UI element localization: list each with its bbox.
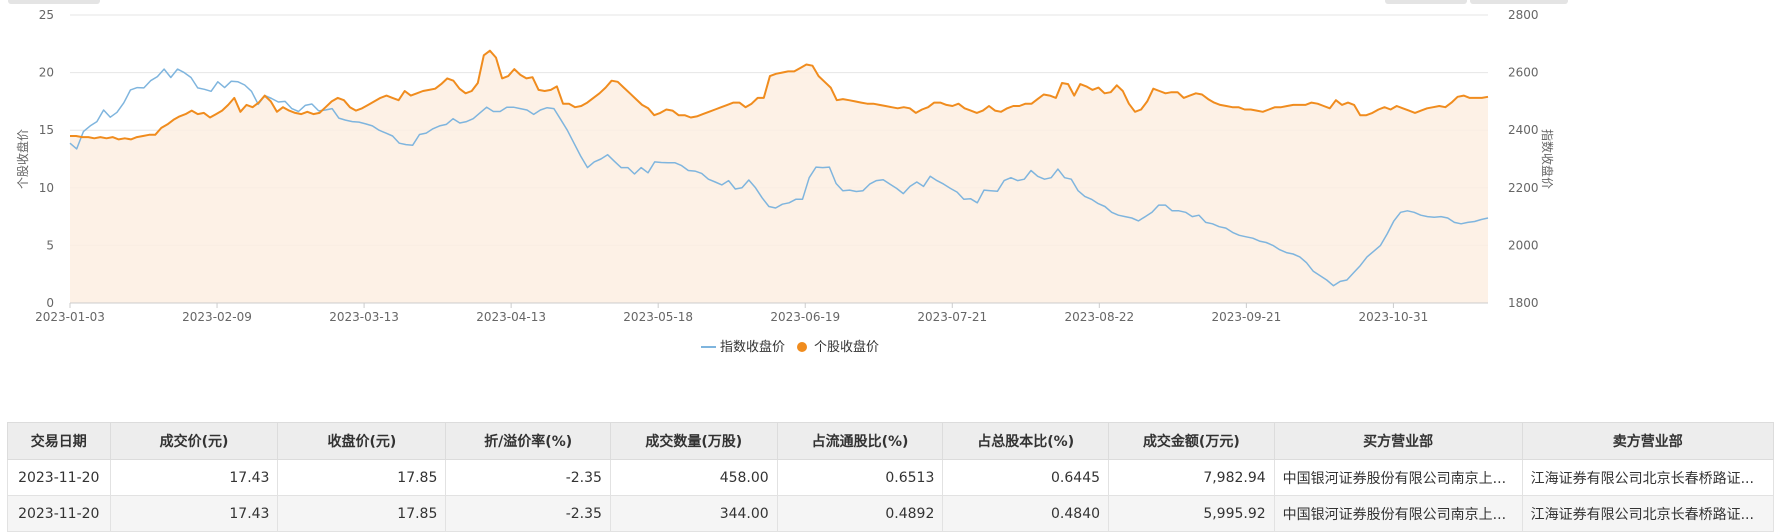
col-header-close-price[interactable]: 收盘价(元) — [277, 422, 447, 460]
x-axis-tick-label: 2023-06-19 — [770, 310, 840, 324]
cell-float-share-ratio: 0.4892 — [776, 495, 944, 532]
x-axis-tick-label: 2023-05-18 — [623, 310, 693, 324]
left-axis-title: 个股收盘价 — [15, 129, 30, 189]
cell-volume: 344.00 — [609, 495, 778, 532]
legend-index-label[interactable]: 指数收盘价 — [720, 339, 785, 355]
cell-close-price: 17.85 — [277, 459, 447, 496]
legend-stock-marker[interactable] — [797, 342, 807, 352]
cell-buyer[interactable]: 中国银河证券股份有限公司南京上... — [1273, 459, 1523, 496]
cell-date: 2023-11-20 — [7, 459, 111, 496]
right-axis-title: 指数收盘价 — [1540, 129, 1555, 189]
x-axis-tick-label: 2023-08-22 — [1064, 310, 1134, 324]
x-axis-tick-label: 2023-03-13 — [329, 310, 399, 324]
cell-volume: 458.00 — [609, 459, 778, 496]
right-axis-tick-label: 2400 — [1508, 123, 1539, 137]
legend-stock-label[interactable]: 个股收盘价 — [814, 339, 879, 355]
cell-seller[interactable]: 江海证券有限公司北京长春桥路证... — [1521, 495, 1774, 532]
left-axis-tick-label: 25 — [39, 8, 54, 22]
x-axis-tick-label: 2023-01-03 — [35, 310, 105, 324]
col-header-buyer[interactable]: 买方营业部 — [1273, 422, 1523, 460]
table-row: 2023-11-20 17.43 17.85 -2.35 344.00 0.48… — [7, 495, 1774, 532]
col-header-float-share-ratio[interactable]: 占流通股比(%) — [776, 422, 944, 460]
chart-svg: 0 5 10 15 20 25 1800 2000 2200 2400 2600 2800 2023-0… — [15, 8, 1555, 355]
cell-deal-price: 17.43 — [109, 495, 279, 532]
left-axis-tick-label: 5 — [46, 238, 54, 252]
block-trade-table: 交易日期 成交价(元) 收盘价(元) 折/溢价率(%) 成交数量(万股) 占流通… — [7, 422, 1774, 532]
price-comparison-chart: 0 5 10 15 20 25 1800 2000 2200 2400 2600 2800 2023-0… — [0, 0, 1774, 420]
right-axis-tick-label: 1800 — [1508, 296, 1539, 310]
stock-close-area-fill — [70, 50, 1488, 304]
cell-float-share-ratio: 0.6513 — [776, 459, 944, 496]
col-header-date[interactable]: 交易日期 — [7, 422, 111, 460]
cell-total-share-ratio: 0.4840 — [942, 495, 1110, 532]
area-layer — [70, 50, 1488, 304]
col-header-amount[interactable]: 成交金额(万元) — [1108, 422, 1275, 460]
right-axis-tick-label: 2200 — [1508, 181, 1539, 195]
x-axis-tick-label: 2023-10-31 — [1359, 310, 1429, 324]
cell-deal-price: 17.43 — [109, 459, 279, 496]
cell-buyer[interactable]: 中国银河证券股份有限公司南京上... — [1273, 495, 1523, 532]
right-axis-tick-label: 2800 — [1508, 8, 1539, 22]
left-axis-tick-label: 15 — [39, 123, 54, 137]
cell-premium-rate: -2.35 — [445, 459, 611, 496]
legend[interactable]: 指数收盘价 个股收盘价 — [701, 339, 879, 355]
col-header-seller[interactable]: 卖方营业部 — [1521, 422, 1774, 460]
cell-seller[interactable]: 江海证券有限公司北京长春桥路证... — [1521, 459, 1774, 496]
x-axis-tick-label: 2023-07-21 — [917, 310, 987, 324]
col-header-volume[interactable]: 成交数量(万股) — [609, 422, 778, 460]
cell-date: 2023-11-20 — [7, 495, 111, 532]
x-axis-tick-label: 2023-04-13 — [476, 310, 546, 324]
left-axis-tick-label: 0 — [46, 296, 54, 310]
x-axis-tick-label: 2023-09-21 — [1211, 310, 1281, 324]
col-header-premium-rate[interactable]: 折/溢价率(%) — [445, 422, 611, 460]
table-row: 2023-11-20 17.43 17.85 -2.35 458.00 0.65… — [7, 459, 1774, 496]
cell-close-price: 17.85 — [277, 495, 447, 532]
cell-premium-rate: -2.35 — [445, 495, 611, 532]
cell-amount: 7,982.94 — [1108, 459, 1275, 496]
cell-amount: 5,995.92 — [1108, 495, 1275, 532]
col-header-deal-price[interactable]: 成交价(元) — [109, 422, 279, 460]
right-axis-tick-label: 2000 — [1508, 238, 1539, 252]
left-axis-tick-label: 10 — [39, 181, 54, 195]
right-axis-tick-label: 2600 — [1508, 66, 1539, 80]
left-axis-tick-label: 20 — [39, 66, 54, 80]
col-header-total-share-ratio[interactable]: 占总股本比(%) — [942, 422, 1110, 460]
x-axis-tick-label: 2023-02-09 — [182, 310, 252, 324]
table-header-row: 交易日期 成交价(元) 收盘价(元) 折/溢价率(%) 成交数量(万股) 占流通… — [7, 422, 1774, 460]
cell-total-share-ratio: 0.6445 — [942, 459, 1110, 496]
